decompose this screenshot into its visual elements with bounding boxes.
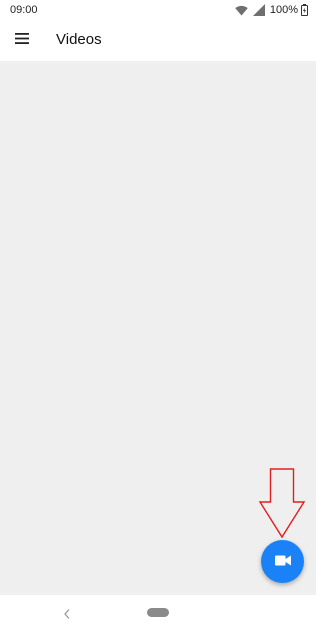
videocam-icon (274, 553, 291, 571)
record-video-button[interactable] (261, 540, 304, 583)
battery-icon (301, 4, 308, 16)
app-bar: Videos (0, 22, 316, 60)
signal-icon (252, 4, 265, 16)
wifi-icon (235, 5, 248, 16)
menu-button[interactable] (8, 26, 36, 54)
down-arrow-icon (258, 467, 306, 539)
status-icons: 100% (235, 3, 308, 17)
back-icon[interactable] (60, 607, 74, 621)
home-pill-icon[interactable] (147, 608, 169, 617)
system-nav-bar (0, 595, 316, 632)
status-bar: 09:00 100% (0, 0, 316, 22)
battery-percent: 100% (269, 4, 298, 16)
page-title: Videos (56, 31, 102, 48)
status-time: 09:00 (10, 4, 38, 16)
hamburger-menu-icon (15, 31, 29, 49)
